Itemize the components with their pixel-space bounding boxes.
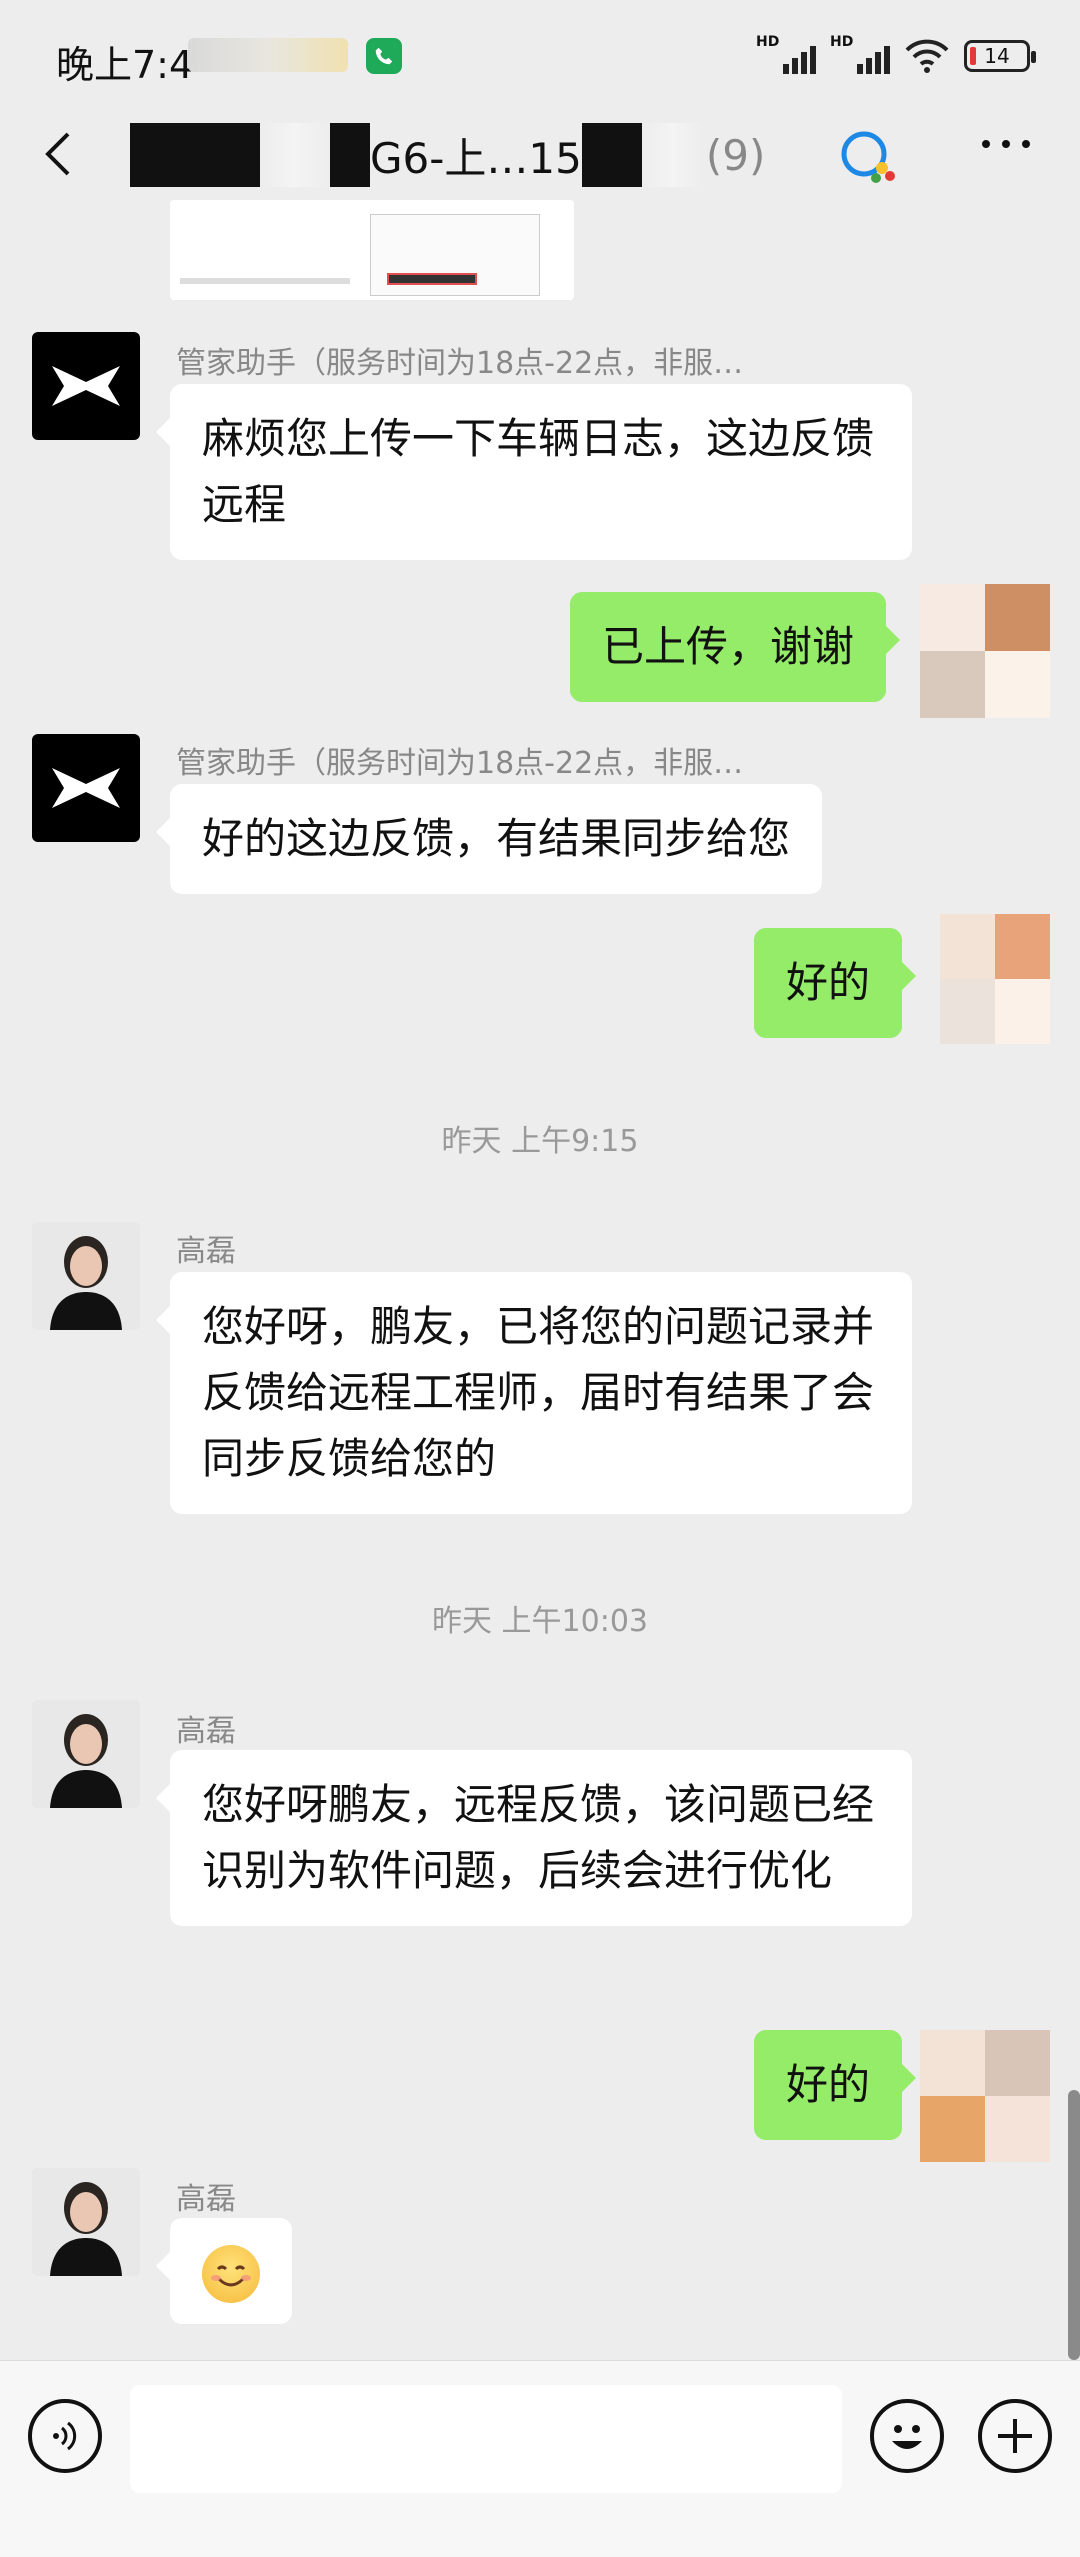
sender-name: 管家助手（服务时间为18点-22点，非服… [176, 746, 744, 781]
wifi-icon [905, 39, 949, 73]
battery-icon: 14 [964, 40, 1036, 72]
sender-name: 高磊 [176, 1234, 236, 1269]
redacted-block [130, 123, 260, 187]
chat-title[interactable]: G6-上…15 (9) [130, 120, 765, 190]
signal-2-icon: HD [830, 34, 890, 74]
emoji-message-bubble[interactable] [156, 2218, 292, 2324]
message-bubble[interactable]: 麻烦您上传一下车辆日志，这边反馈远程 [156, 384, 912, 560]
xpeng-avatar[interactable] [32, 734, 140, 842]
chat-title-text: G6-上…15 [370, 133, 582, 183]
person-photo [32, 1700, 140, 1808]
status-bar: 晚上7:4 HD HD 14 [0, 0, 1080, 110]
xpeng-logo-icon [52, 768, 120, 808]
person-photo [32, 2168, 140, 2276]
signal-1-icon: HD [756, 34, 816, 74]
chat-header: G6-上…15 (9) [0, 110, 1080, 200]
sender-name: 高磊 [176, 2182, 236, 2217]
xpeng-logo-icon [52, 366, 120, 406]
message-bubble[interactable]: 好的这边反馈，有结果同步给您 [155, 784, 823, 894]
image-message-thumbnail[interactable] [170, 200, 574, 300]
scrollbar[interactable] [1068, 2090, 1080, 2360]
my-avatar[interactable] [940, 914, 1050, 1044]
redacted-block [330, 123, 370, 187]
gao-lei-avatar[interactable] [32, 2168, 140, 2276]
gao-lei-avatar[interactable] [32, 1700, 140, 1808]
phone-call-icon [366, 38, 402, 74]
sender-name: 管家助手（服务时间为18点-22点，非服… [176, 346, 744, 381]
back-arrow-icon[interactable] [30, 124, 90, 184]
message-bubble[interactable]: 您好呀，鹏友，已将您的问题记录并反馈给远程工程师，届时有结果了会同步反馈给您的 [156, 1272, 912, 1514]
voice-input-button[interactable] [28, 2399, 102, 2473]
my-message-bubble[interactable]: 已上传，谢谢 [570, 592, 901, 702]
my-avatar[interactable] [920, 584, 1050, 718]
my-avatar[interactable] [920, 2030, 1050, 2162]
gao-lei-avatar[interactable] [32, 1222, 140, 1330]
voice-icon [53, 2421, 77, 2451]
more-actions-plus-icon[interactable] [978, 2399, 1052, 2473]
xpeng-avatar[interactable] [32, 332, 140, 440]
timestamp: 昨天 上午9:15 [441, 1124, 639, 1159]
status-time: 晚上7:4 [56, 43, 194, 87]
emoji-button[interactable] [870, 2399, 944, 2473]
my-message-bubble[interactable]: 好的 [754, 2030, 917, 2140]
blurred-notification-icons [188, 38, 348, 72]
message-bubble[interactable]: 您好呀鹏友，远程反馈，该问题已经识别为软件问题，后续会进行优化 [156, 1750, 912, 1926]
mini-program-icon[interactable] [838, 128, 900, 188]
my-message-bubble[interactable]: 好的 [754, 928, 917, 1038]
message-input[interactable] [130, 2385, 842, 2493]
timestamp: 昨天 上午10:03 [432, 1604, 648, 1639]
sender-name: 高磊 [176, 1714, 236, 1749]
redacted-block [581, 123, 642, 187]
person-photo [32, 1222, 140, 1330]
more-options-icon[interactable] [982, 140, 1030, 148]
input-bar [0, 2360, 1080, 2557]
smile-emoji [202, 2244, 260, 2303]
smiley-icon [892, 2425, 922, 2449]
member-count: (9) [705, 130, 766, 180]
